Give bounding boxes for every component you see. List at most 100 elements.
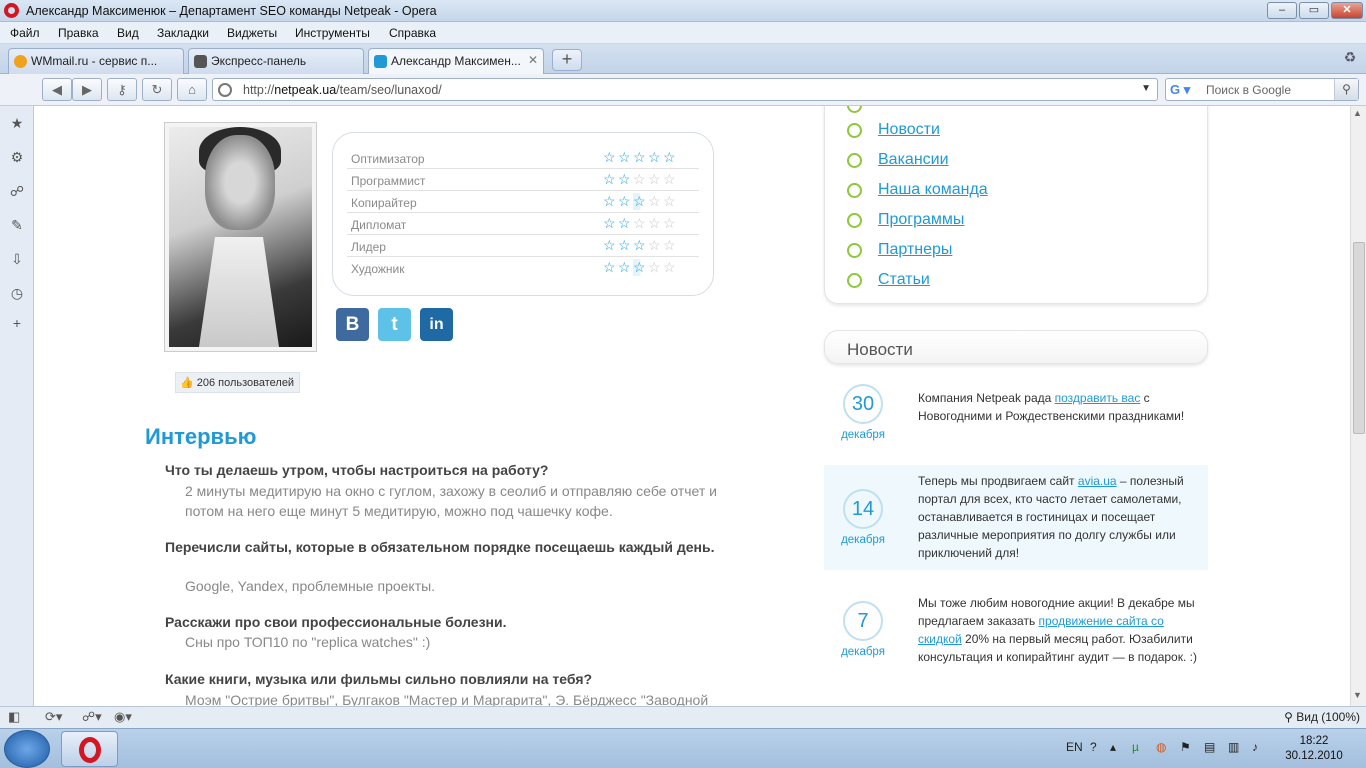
news-link[interactable]: поздравить вас: [1055, 391, 1141, 405]
news-day: 7: [843, 601, 883, 641]
twitter-icon[interactable]: t: [378, 308, 411, 341]
scroll-thumb[interactable]: [1353, 242, 1365, 434]
back-button[interactable]: ◀: [42, 78, 72, 101]
google-logo-icon[interactable]: G ▾: [1170, 82, 1196, 97]
help-icon[interactable]: ?: [1090, 740, 1097, 754]
clock[interactable]: 18:22 30.12.2010: [1282, 734, 1346, 764]
rating-stars: ☆☆☆☆☆: [603, 193, 678, 210]
search-go-icon[interactable]: ⚲: [1334, 79, 1358, 100]
notes-icon[interactable]: ✎: [8, 216, 26, 234]
menu-file[interactable]: Файл: [10, 26, 40, 40]
opera-logo-icon: [4, 3, 19, 18]
volume-icon[interactable]: ♪: [1252, 740, 1258, 754]
tab-wmmail[interactable]: WMmail.ru - сервис п...: [8, 48, 184, 74]
bookmarks-icon[interactable]: ★: [8, 114, 26, 132]
menu-view[interactable]: Вид: [117, 26, 139, 40]
star-half-icon: ☆: [633, 193, 649, 210]
menu-tools[interactable]: Инструменты: [295, 26, 370, 40]
news-month: декабря: [841, 646, 885, 658]
utorrent-icon[interactable]: µ: [1132, 740, 1139, 754]
turbo-icon[interactable]: ⟳▾: [45, 709, 62, 725]
close-tab-icon[interactable]: ✕: [528, 53, 538, 67]
home-button[interactable]: ⌂: [177, 78, 207, 101]
reload-button[interactable]: ↻: [142, 78, 172, 101]
star-filled-icon: ☆: [618, 259, 634, 275]
scroll-down-icon[interactable]: ▼: [1353, 690, 1362, 700]
opera-link-icon[interactable]: ◉▾: [114, 709, 132, 725]
star-filled-icon: ☆: [603, 259, 619, 275]
star-filled-icon: ☆: [633, 149, 649, 165]
linkedin-icon[interactable]: in: [420, 308, 453, 341]
zoom-control[interactable]: ⚲ Вид (100%): [1284, 710, 1360, 724]
menu-edit[interactable]: Правка: [58, 26, 99, 40]
scroll-up-icon[interactable]: ▲: [1353, 108, 1362, 118]
vkontakte-icon[interactable]: В: [336, 308, 369, 341]
star-empty-icon: ☆: [648, 215, 664, 231]
tab-netpeak[interactable]: Александр Максимен... ✕: [368, 48, 544, 75]
tab-label: Экспресс-панель: [211, 54, 307, 68]
interview-question: Расскажи про свои профессиональные болез…: [165, 614, 507, 630]
flag-icon[interactable]: ⚑: [1180, 740, 1191, 754]
bullet-circle-icon: [847, 123, 862, 138]
news-day: 14: [843, 489, 883, 529]
devices-icon[interactable]: ▤: [1204, 740, 1215, 754]
star-filled-icon: ☆: [648, 149, 664, 165]
site-menu: Новости Вакансии Наша команда Программы …: [824, 106, 1208, 304]
star-empty-icon: ☆: [663, 193, 679, 209]
menu-bookmarks[interactable]: Закладки: [157, 26, 209, 40]
tray-chevron-icon[interactable]: ▴: [1110, 740, 1116, 754]
widgets-icon[interactable]: ⚙: [8, 148, 26, 166]
taskbar-opera[interactable]: [61, 731, 118, 767]
bullet-circle-icon: [847, 213, 862, 228]
trash-can-icon[interactable]: ♻: [1340, 49, 1360, 71]
minimize-button[interactable]: –: [1267, 2, 1297, 19]
star-empty-icon: ☆: [633, 215, 649, 231]
star-filled-icon: ☆: [663, 149, 679, 165]
news-item: 30 декабря Компания Netpeak рада поздрав…: [824, 376, 1208, 456]
news-link[interactable]: avia.ua: [1078, 474, 1117, 488]
forward-button[interactable]: ▶: [72, 78, 102, 101]
history-icon[interactable]: ◷: [8, 284, 26, 302]
speed-dial-grid-icon: [194, 55, 207, 68]
add-panel-icon[interactable]: +: [8, 314, 26, 332]
panel-toggle-icon[interactable]: ◧: [8, 709, 20, 725]
star-filled-icon: ☆: [603, 171, 619, 187]
wand-key-icon[interactable]: ⚷: [107, 78, 137, 101]
search-input[interactable]: Поиск в Google: [1206, 83, 1291, 97]
unite-icon[interactable]: ☍: [8, 182, 26, 200]
web-page: Оптимизатор ☆☆☆☆☆ Программист ☆☆☆☆☆ Копи…: [34, 106, 1350, 706]
chrome-tray-icon[interactable]: ◍: [1156, 740, 1166, 754]
language-indicator[interactable]: EN: [1066, 740, 1083, 754]
menu-widgets[interactable]: Виджеты: [227, 26, 277, 40]
bullet-circle-icon: [847, 153, 862, 168]
star-empty-icon: ☆: [663, 237, 679, 253]
close-button[interactable]: ✕: [1331, 2, 1363, 19]
bullet-circle-icon: [847, 243, 862, 258]
star-empty-icon: ☆: [663, 215, 679, 231]
start-button[interactable]: [4, 730, 50, 768]
tab-speed-dial[interactable]: Экспресс-панель: [188, 48, 364, 74]
rating-stars: ☆☆☆☆☆: [603, 149, 678, 166]
maximize-button[interactable]: ▭: [1299, 2, 1329, 19]
vertical-scrollbar[interactable]: ▲ ▼: [1350, 106, 1366, 706]
star-filled-icon: ☆: [603, 237, 619, 253]
rating-stars: ☆☆☆☆☆: [603, 237, 678, 254]
opera-taskbar-icon: [79, 737, 101, 763]
news-header: Новости: [824, 330, 1208, 364]
transfers-icon[interactable]: ⇩: [8, 250, 26, 268]
unite-status-icon[interactable]: ☍▾: [82, 709, 102, 725]
menu-help[interactable]: Справка: [389, 26, 436, 40]
network-icon[interactable]: ▥: [1228, 740, 1239, 754]
star-filled-icon: ☆: [603, 193, 619, 209]
address-bar[interactable]: http://netpeak.ua/team/seo/lunaxod/ ▼: [212, 78, 1158, 101]
search-box[interactable]: G ▾ Поиск в Google ⚲: [1165, 78, 1359, 101]
skill-row: Дипломат ☆☆☆☆☆: [347, 213, 699, 235]
interview-answer: Сны про ТОП10 по "replica watches" :): [185, 634, 431, 650]
like-button[interactable]: 👍 206 пользователей: [175, 372, 300, 393]
thumbs-up-icon: 👍: [180, 377, 194, 389]
bullet-circle-icon: [847, 106, 862, 113]
interview-question: Какие книги, музыка или фильмы сильно по…: [165, 671, 593, 687]
address-dropdown-icon[interactable]: ▼: [1141, 83, 1151, 94]
news-day: 30: [843, 384, 883, 424]
new-tab-button[interactable]: +: [552, 49, 582, 71]
